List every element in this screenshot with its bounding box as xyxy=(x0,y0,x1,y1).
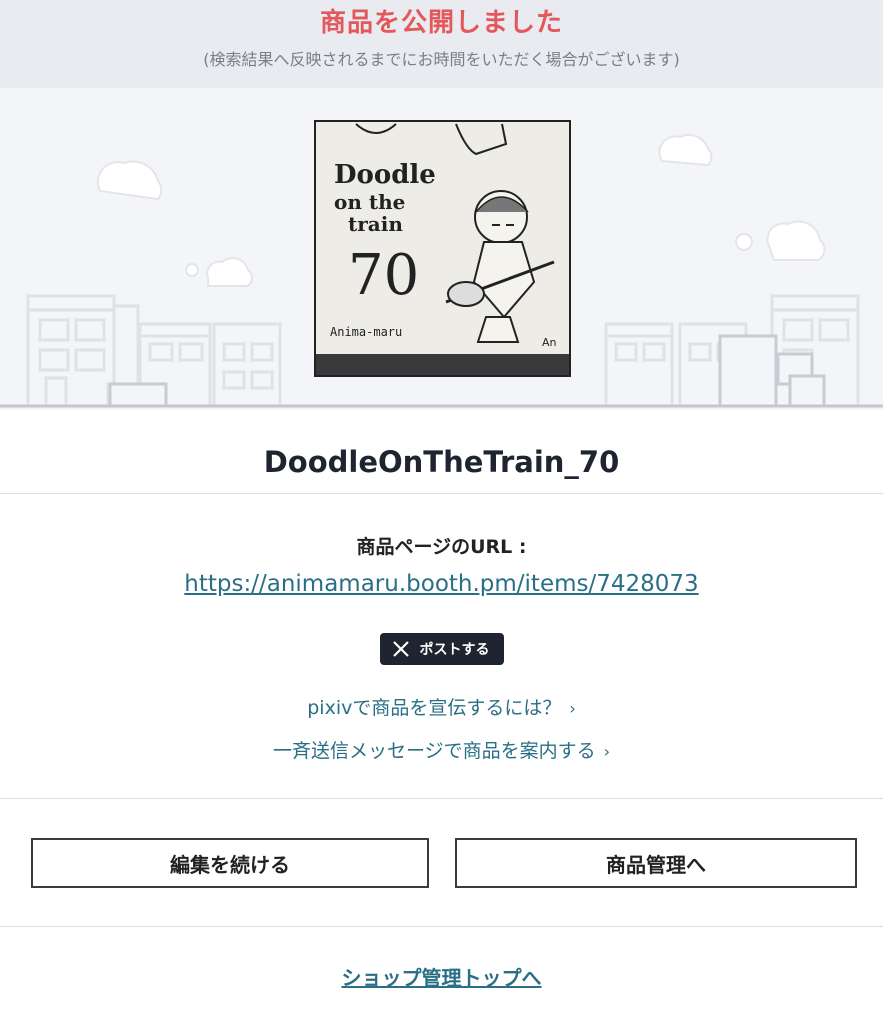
product-thumbnail: Doodle on the train 70 Anima-maru An xyxy=(314,120,571,377)
pixiv-promo-link[interactable]: pixivで商品を宣伝するには？ › xyxy=(0,687,883,730)
chevron-right-icon: › xyxy=(569,699,576,718)
shop-top-link[interactable]: ショップ管理トップへ xyxy=(342,966,542,990)
thumb-number: 70 xyxy=(348,243,420,308)
x-logo-icon xyxy=(392,641,409,657)
item-url-link[interactable]: https://animamaru.booth.pm/items/7428073 xyxy=(184,571,698,597)
thumb-line-3: train xyxy=(348,212,403,236)
item-title: DoodleOnTheTrain_70 xyxy=(0,410,883,494)
cloud-left xyxy=(96,160,163,201)
pixiv-promo-label: pixivで商品を宣伝するには？ xyxy=(307,697,562,719)
broadcast-label: 一斉送信メッセージで商品を案内する xyxy=(272,740,596,762)
cloud-right xyxy=(658,133,713,167)
hero-illustration: Doodle on the train 70 Anima-maru An xyxy=(0,88,883,410)
thumb-line-1: Doodle xyxy=(334,160,436,190)
footer: ショップ管理トップへ xyxy=(0,927,883,991)
publish-notice: 商品を公開しました (検索結果へ反映されるまでにお時間をいただく場合がございます… xyxy=(0,0,883,88)
continue-edit-button[interactable]: 編集を続ける xyxy=(31,838,429,888)
publish-title: 商品を公開しました xyxy=(319,8,563,38)
thumb-signature-right: An xyxy=(542,336,557,349)
chevron-right-icon: › xyxy=(603,742,611,761)
thumb-line-2: on the xyxy=(334,190,406,214)
thumb-signature: Anima-maru xyxy=(330,325,403,339)
promo-links: pixivで商品を宣伝するには？ › 一斉送信メッセージで商品を案内する › xyxy=(0,687,883,773)
post-label: ポストする xyxy=(419,642,490,658)
cloud-right-low xyxy=(766,220,826,261)
broadcast-message-link[interactable]: 一斉送信メッセージで商品を案内する › xyxy=(0,730,883,773)
post-to-x-button[interactable]: ポストする xyxy=(379,633,504,665)
signboard xyxy=(718,334,778,408)
url-label: 商品ページのURL : xyxy=(356,536,527,558)
manage-items-button[interactable]: 商品管理へ xyxy=(455,838,857,888)
publish-subtitle: (検索結果へ反映されるまでにお時間をいただく場合がございます) xyxy=(203,50,680,69)
cloud-small-left xyxy=(206,257,253,287)
action-buttons: 編集を続ける 商品管理へ xyxy=(0,799,883,926)
url-section: 商品ページのURL : https://animamaru.booth.pm/i… xyxy=(0,494,883,773)
